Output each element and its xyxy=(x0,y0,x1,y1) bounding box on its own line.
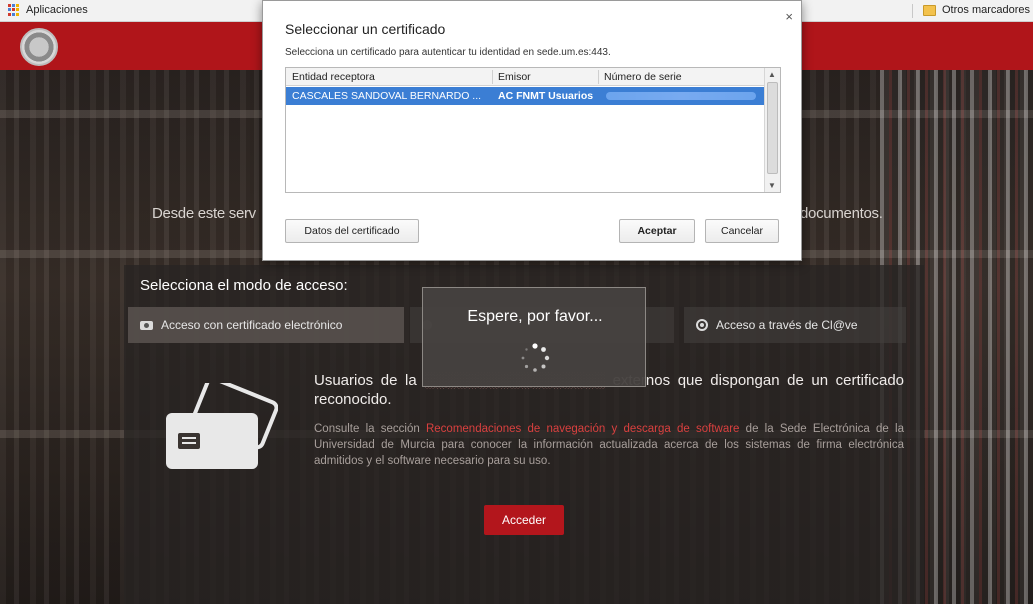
certificate-list-header: Entidad receptora Emisor Número de serie xyxy=(286,68,764,86)
bookmark-other[interactable]: Otros marcadores xyxy=(923,4,1030,16)
intro-text-right: documentos. xyxy=(800,205,883,222)
wait-text: Espere, por favor... xyxy=(467,308,603,325)
bookmark-other-label: Otros marcadores xyxy=(942,4,1031,16)
credit-card-icon xyxy=(166,383,278,469)
intro-text-left: Desde este serv xyxy=(152,205,256,222)
certificate-subject: CASCALES SANDOVAL BERNARDO ... xyxy=(292,90,482,102)
apps-grid-icon xyxy=(8,4,20,16)
bookmark-apps-label: Aplicaciones xyxy=(26,4,88,16)
folder-icon xyxy=(923,4,936,16)
tab-clave-access[interactable]: Acceso a través de Cl@ve xyxy=(684,307,906,343)
close-icon[interactable]: × xyxy=(785,9,793,24)
certificate-dialog: × Seleccionar un certificado Selecciona … xyxy=(262,0,802,261)
column-header-subject[interactable]: Entidad receptora xyxy=(292,71,492,83)
certificate-details-button[interactable]: Datos del certificado xyxy=(285,219,419,243)
dialog-subtitle: Selecciona un certificado para autentica… xyxy=(285,47,611,58)
wait-overlay: Espere, por favor... xyxy=(422,287,646,387)
tab-clave-label: Acceso a través de Cl@ve xyxy=(716,318,858,332)
certificate-list[interactable]: Entidad receptora Emisor Número de serie… xyxy=(285,67,781,193)
recommendations-link[interactable]: Recomendaciones de navegación y descarga… xyxy=(426,423,739,435)
info-para-start: Consulte la sección xyxy=(314,423,420,435)
bookmark-apps[interactable]: Aplicaciones xyxy=(8,4,88,16)
access-mode-title: Selecciona el modo de acceso: xyxy=(140,277,348,294)
scroll-down-icon[interactable]: ▼ xyxy=(768,181,776,190)
list-scrollbar[interactable]: ▲ ▼ xyxy=(764,68,780,192)
scroll-up-icon[interactable]: ▲ xyxy=(768,70,776,79)
certificate-issuer: AC FNMT Usuarios xyxy=(498,90,594,102)
cancel-button[interactable]: Cancelar xyxy=(705,219,779,243)
loading-spinner-icon xyxy=(521,343,550,372)
camera-icon xyxy=(140,320,153,330)
column-header-issuer[interactable]: Emisor xyxy=(498,71,598,83)
column-header-serial[interactable]: Número de serie xyxy=(604,71,762,83)
access-button[interactable]: Acceder xyxy=(484,505,564,535)
clave-icon xyxy=(696,319,708,331)
info-paragraph: Consulte la sección Recomendaciones de n… xyxy=(314,421,904,469)
users-heading-start: Usuarios de la xyxy=(314,372,417,389)
bookmarks-divider xyxy=(912,4,913,18)
certificate-serial-redacted xyxy=(606,92,756,100)
university-seal-logo[interactable] xyxy=(20,28,58,66)
accept-button[interactable]: Aceptar xyxy=(619,219,695,243)
scroll-thumb[interactable] xyxy=(767,82,778,174)
tab-certificate-label: Acceso con certificado electrónico xyxy=(161,318,343,332)
dialog-title: Seleccionar un certificado xyxy=(285,21,446,37)
tab-certificate-access[interactable]: Acceso con certificado electrónico xyxy=(128,307,404,343)
certificate-row[interactable]: CASCALES SANDOVAL BERNARDO ... AC FNMT U… xyxy=(286,87,764,105)
